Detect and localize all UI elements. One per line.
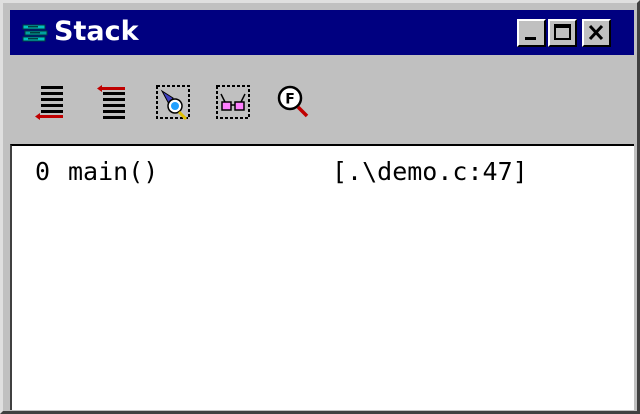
close-button[interactable]: [582, 19, 611, 47]
stack-frame-row[interactable]: 0 main() [.\demo.c:47]: [35, 158, 625, 186]
stack-up-icon: [33, 82, 73, 122]
window-title: Stack: [54, 16, 139, 47]
stack-list[interactable]: 0 main() [.\demo.c:47]: [10, 144, 634, 410]
frame-function: main(): [68, 157, 159, 186]
find-function-icon: F: [273, 82, 313, 122]
flashlight-button[interactable]: [153, 82, 193, 122]
minimize-button[interactable]: [517, 19, 546, 47]
glasses-icon: [213, 82, 253, 122]
toolbar: F: [10, 57, 634, 143]
stack-window: Stack F 0 main() [.\demo.c:47]: [0, 0, 640, 414]
stack-up-button[interactable]: [33, 82, 73, 122]
title-bar[interactable]: Stack: [10, 10, 634, 55]
stack-app-icon: [22, 23, 48, 45]
flashlight-icon: [153, 82, 193, 122]
stack-down-icon: [93, 82, 133, 122]
glasses-button[interactable]: [213, 82, 253, 122]
find-function-button[interactable]: F: [273, 82, 313, 122]
maximize-button[interactable]: [548, 19, 577, 47]
frame-location: [.\demo.c:47]: [332, 157, 528, 186]
svg-text:F: F: [285, 92, 295, 108]
frame-index: 0: [35, 157, 51, 186]
stack-down-button[interactable]: [93, 82, 133, 122]
